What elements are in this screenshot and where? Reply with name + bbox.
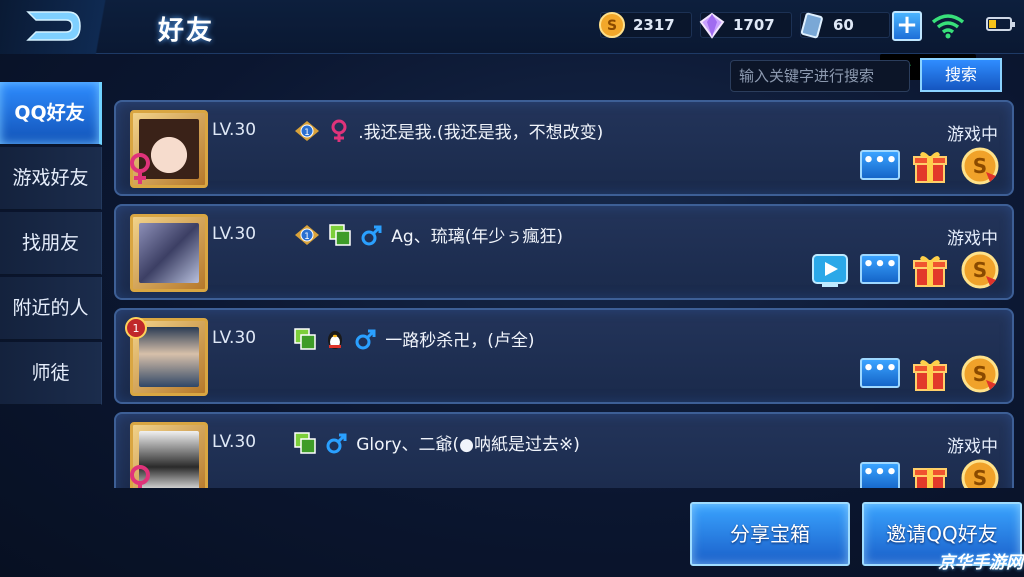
female-badge-icon (130, 465, 150, 488)
friend-card[interactable]: 1 LV.30 一路秒杀卍，(卢全) ••• S (114, 308, 1014, 404)
game-center-icon (294, 431, 316, 454)
gift-icon[interactable] (910, 354, 950, 394)
chat-button[interactable]: ••• (860, 254, 900, 284)
avatar[interactable] (130, 214, 208, 292)
chat-button[interactable]: ••• (860, 462, 900, 488)
battery-icon (986, 17, 1015, 31)
male-icon (361, 225, 382, 245)
gold-coin-icon: S (599, 12, 625, 38)
voucher-counter: 60 (800, 12, 890, 39)
sidebar-item-qq-friends[interactable]: QQ好友 (0, 82, 102, 145)
rank-badge-icon: 1 (125, 317, 147, 339)
friend-actions: ••• S (860, 354, 1000, 394)
diamond-value: 1707 (733, 16, 775, 34)
rank-badge-icon: 1 (295, 224, 319, 245)
share-chest-button[interactable]: 分享宝箱 (690, 502, 850, 566)
friend-name-row: 一路秒杀卍，(卢全) (294, 326, 535, 351)
friend-name: Glory、二爺(●呐紙是过去※) (356, 435, 580, 455)
friend-name-row: 1 Ag、琉璃(年少ぅ瘋狂) (294, 222, 563, 247)
friend-name: .我还是我.(我还是我，不想改变) (358, 123, 604, 143)
page-title: 好友 (158, 16, 215, 46)
send-gold-icon[interactable]: S (960, 146, 1000, 186)
svg-text:1: 1 (304, 128, 310, 138)
send-gold-icon[interactable]: S (960, 458, 1000, 488)
svg-text:S: S (973, 466, 987, 488)
send-gold-icon[interactable]: S (960, 250, 1000, 290)
rank-badge-icon: 1 (295, 120, 319, 141)
female-badge-icon (130, 153, 150, 184)
diamond-counter: 1707 (699, 12, 792, 39)
female-icon (331, 119, 347, 142)
watermark: 京华手游网 (938, 553, 1023, 573)
game-center-icon (294, 327, 316, 350)
friend-name: Ag、琉璃(年少ぅ瘋狂) (391, 227, 563, 247)
gift-icon[interactable] (910, 250, 950, 290)
gold-counter: S 2317 (599, 12, 692, 38)
friend-name-row: Glory、二爺(●呐紙是过去※) (294, 430, 580, 455)
add-currency-button[interactable]: + (892, 11, 922, 41)
gold-value: 2317 (633, 16, 675, 34)
qq-penguin-icon (328, 330, 343, 349)
sidebar-item-nearby[interactable]: 附近的人 (0, 277, 102, 340)
friend-actions: ••• S (860, 146, 1000, 186)
diamond-icon (699, 12, 725, 39)
watch-game-icon[interactable] (810, 250, 850, 290)
voucher-value: 60 (833, 16, 854, 34)
gift-icon[interactable] (910, 458, 950, 488)
sidebar-item-game-friends[interactable]: 游戏好友 (0, 147, 102, 210)
sidebar: QQ好友 游戏好友 找朋友 附近的人 师徒 (0, 82, 102, 577)
friend-level: LV.30 (212, 120, 257, 140)
friend-actions: ••• S (860, 458, 1000, 488)
svg-text:S: S (973, 154, 987, 178)
friend-card[interactable]: LV.30 1 Ag、琉璃(年少ぅ瘋狂) 游戏中 ••• S (114, 204, 1014, 300)
search-button[interactable]: 搜索 (920, 58, 1002, 92)
friend-card[interactable]: LV.30 1 .我还是我.(我还是我，不想改变) 游戏中 ••• S (114, 100, 1014, 196)
male-icon (326, 433, 347, 453)
friend-name: 一路秒杀卍，(卢全) (385, 331, 535, 351)
friend-status: 游戏中 (947, 125, 998, 145)
back-button[interactable] (0, 0, 140, 54)
sidebar-item-mentor[interactable]: 师徒 (0, 342, 102, 405)
friend-status: 游戏中 (947, 437, 998, 457)
send-gold-icon[interactable]: S (960, 354, 1000, 394)
friend-list[interactable]: LV.30 1 .我还是我.(我还是我，不想改变) 游戏中 ••• S LV.3… (112, 98, 1016, 488)
search-input[interactable] (730, 60, 910, 92)
svg-text:S: S (973, 362, 987, 386)
friend-level: LV.30 (212, 432, 257, 452)
back-arrow-icon (26, 11, 81, 41)
chat-button[interactable]: ••• (860, 150, 900, 180)
sidebar-item-find-friends[interactable]: 找朋友 (0, 212, 102, 275)
chat-button[interactable]: ••• (860, 358, 900, 388)
svg-text:1: 1 (304, 232, 310, 242)
svg-text:S: S (973, 258, 987, 282)
friend-status: 游戏中 (947, 229, 998, 249)
voucher-icon (800, 12, 823, 39)
friend-name-row: 1 .我还是我.(我还是我，不想改变) (294, 118, 604, 143)
friend-level: LV.30 (212, 328, 257, 348)
friend-level: LV.30 (212, 224, 257, 244)
friend-actions: ••• S (810, 250, 1000, 290)
svg-text:1: 1 (133, 322, 140, 335)
wifi-icon (931, 14, 965, 39)
friend-card[interactable]: LV.30 Glory、二爺(●呐紙是过去※) 游戏中 ••• S (114, 412, 1014, 488)
male-icon (355, 329, 376, 349)
gift-icon[interactable] (910, 146, 950, 186)
top-bar: 好友 S 2317 1707 60 + (0, 0, 1024, 54)
svg-text:S: S (607, 18, 617, 34)
game-center-icon (329, 223, 351, 246)
